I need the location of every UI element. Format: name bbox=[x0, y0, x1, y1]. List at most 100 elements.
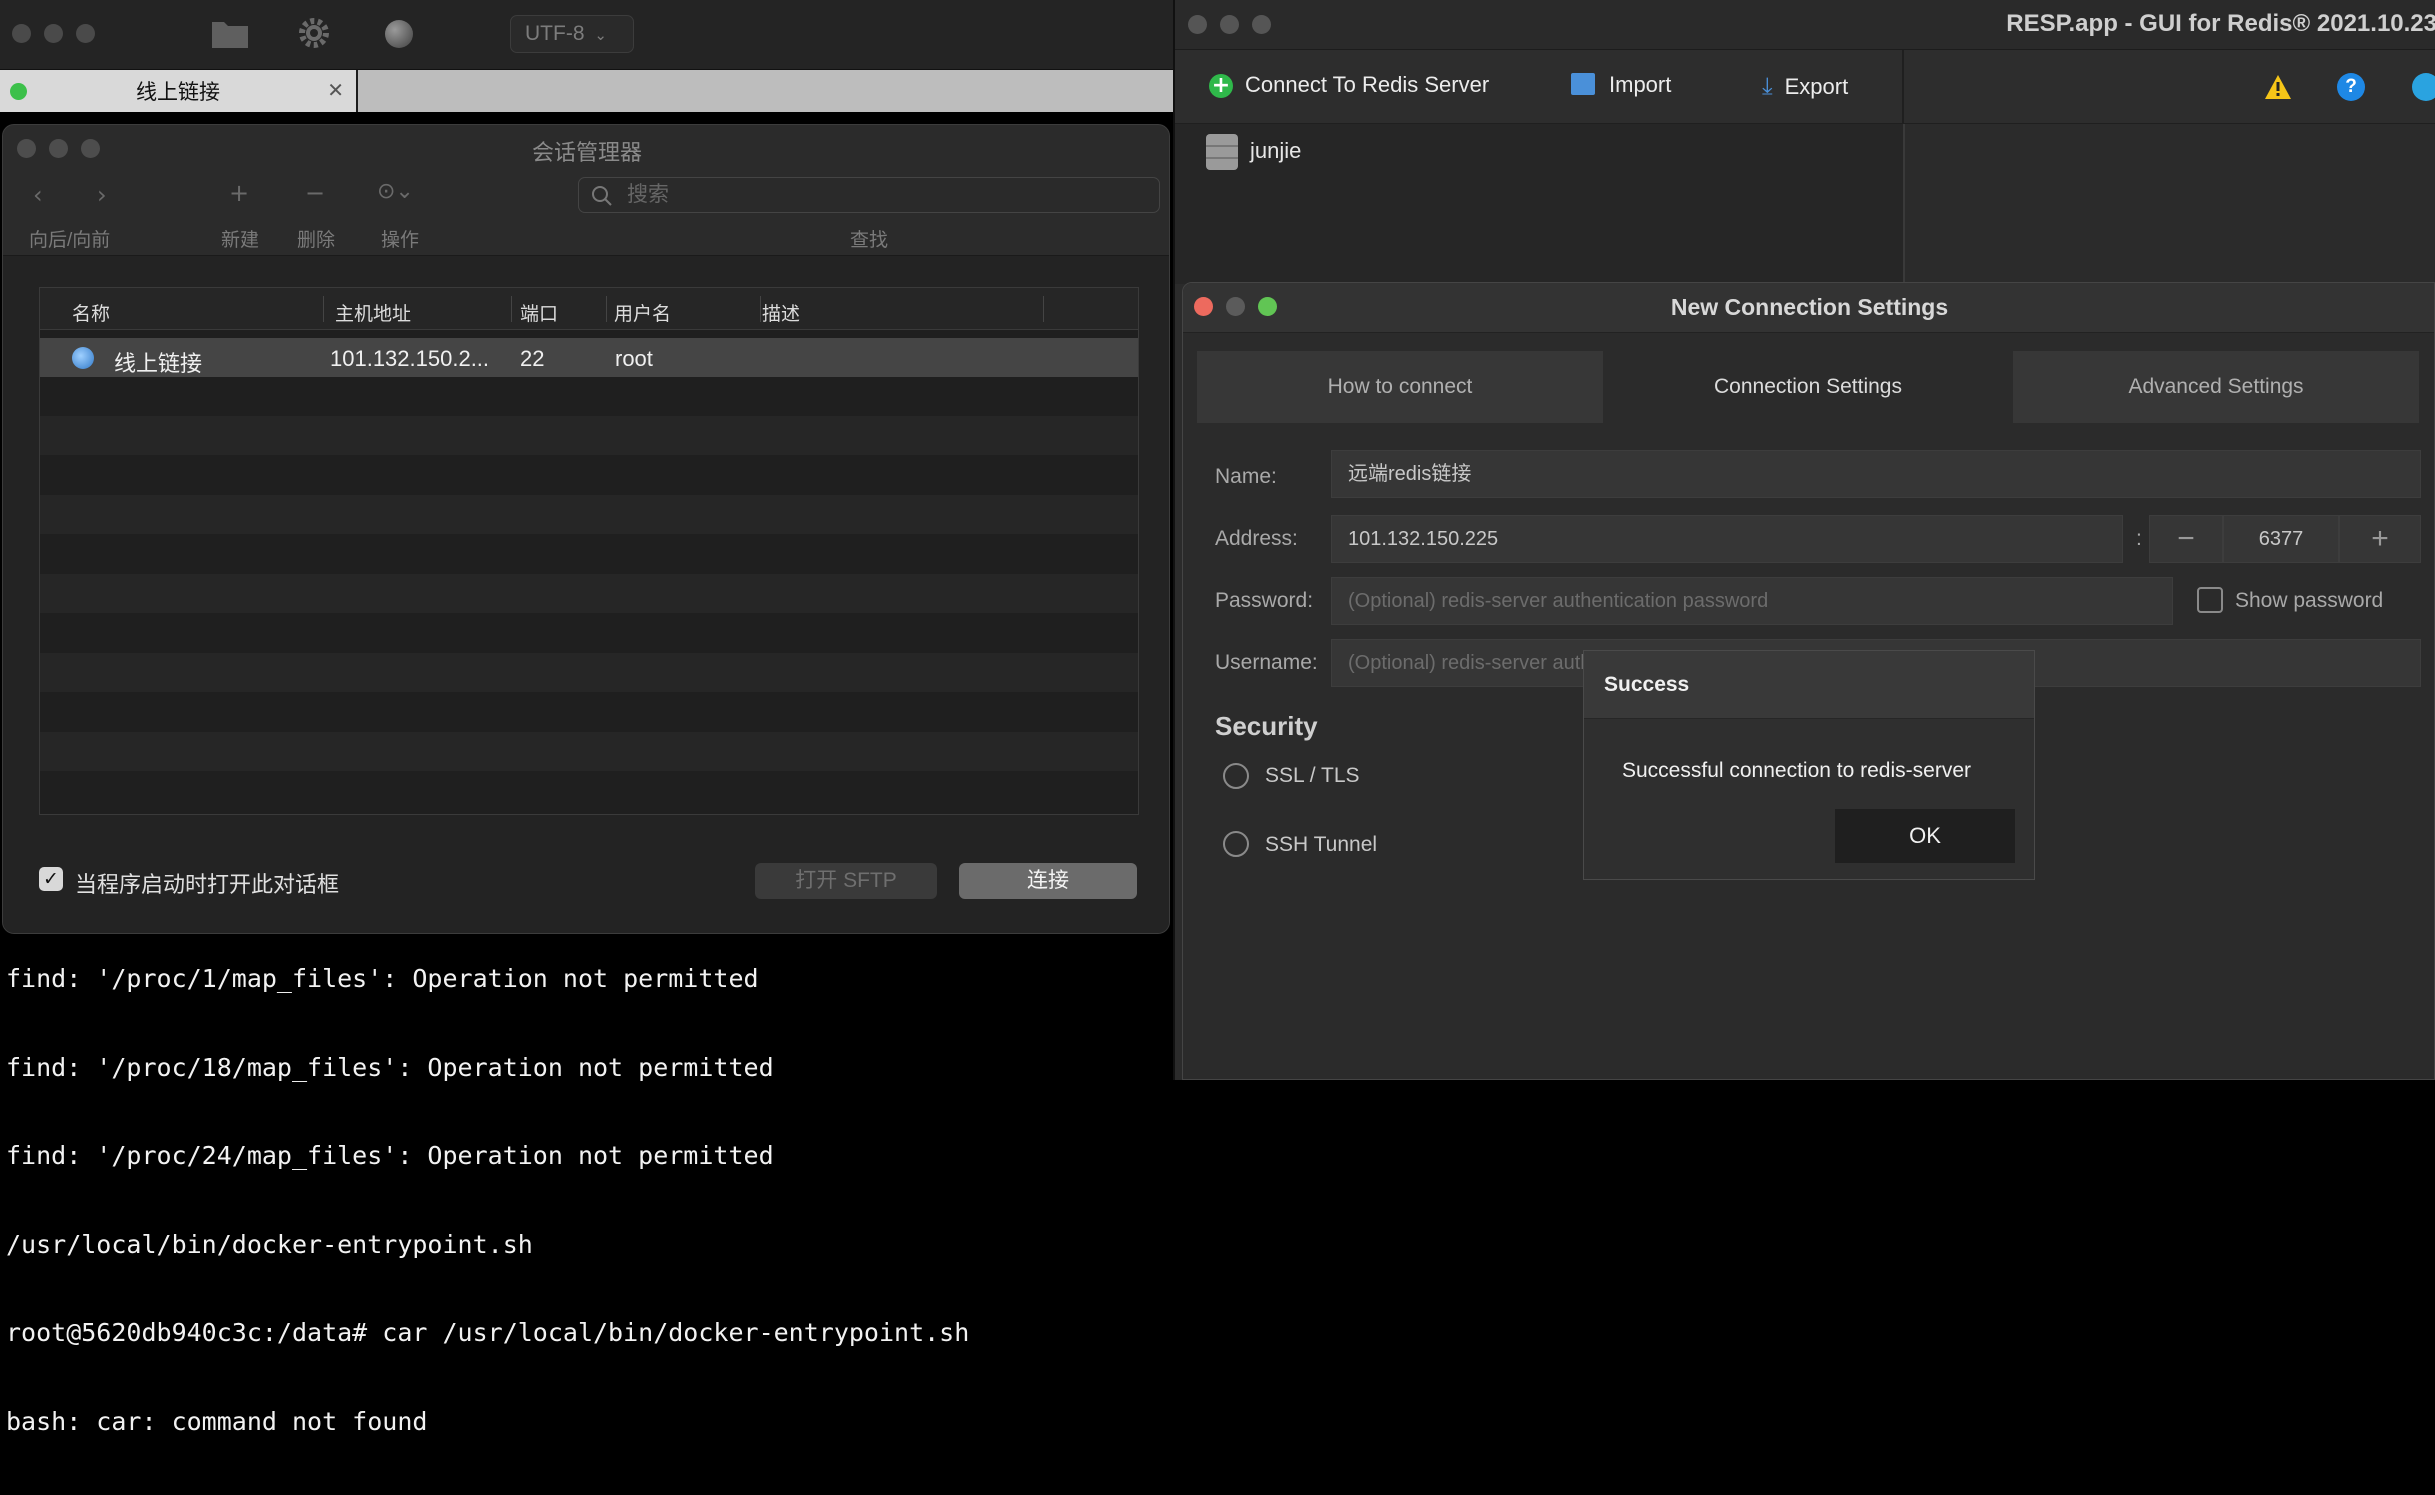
terminal-line: find: '/proc/24/map_files': Operation no… bbox=[6, 1141, 774, 1170]
ssl-radio[interactable] bbox=[1223, 763, 1249, 789]
table-header: 名称 主机地址 端口 用户名 描述 bbox=[40, 288, 1138, 330]
connect-to-redis-label: Connect To Redis Server bbox=[1245, 72, 1490, 97]
column-divider bbox=[760, 296, 761, 322]
connect-to-redis-button[interactable]: + Connect To Redis Server bbox=[1209, 72, 1489, 98]
column-divider bbox=[606, 296, 607, 322]
column-header-name[interactable]: 名称 bbox=[72, 299, 110, 326]
help-icon[interactable]: ? bbox=[2337, 73, 2365, 101]
table-row-empty bbox=[40, 653, 1138, 692]
gear-icon[interactable] bbox=[295, 14, 333, 52]
warning-icon[interactable] bbox=[2264, 74, 2292, 100]
import-button[interactable]: Import bbox=[1571, 72, 1671, 98]
minimize-button[interactable] bbox=[1220, 15, 1239, 34]
port-field[interactable]: 6377 bbox=[2223, 515, 2339, 563]
table-row-empty bbox=[40, 574, 1138, 613]
actions-label: 操作 bbox=[381, 230, 420, 251]
dialog-title: New Connection Settings bbox=[1670, 294, 1949, 320]
column-header-user[interactable]: 用户名 bbox=[614, 299, 671, 326]
export-button[interactable]: ⤓ Export bbox=[1762, 72, 1848, 100]
search-icon bbox=[592, 186, 612, 206]
address-field[interactable]: 101.132.150.225 bbox=[1331, 515, 2123, 563]
success-header: Success bbox=[1584, 651, 2034, 719]
open-sftp-button[interactable]: 打开 SFTP bbox=[755, 863, 937, 899]
close-button[interactable] bbox=[12, 24, 31, 43]
port-decrement-button[interactable]: − bbox=[2149, 515, 2223, 563]
startup-checkbox-label: 当程序启动时打开此对话框 bbox=[75, 872, 340, 897]
back-forward-label: 向后/向前 bbox=[29, 230, 111, 251]
encoding-select[interactable]: UTF-8 ⌄ bbox=[510, 15, 634, 53]
minimize-button[interactable] bbox=[44, 24, 63, 43]
show-password-label: Show password bbox=[2235, 589, 2384, 612]
startup-checkbox[interactable]: ✓ bbox=[39, 867, 63, 891]
password-field[interactable]: (Optional) redis-server authentication p… bbox=[1331, 577, 2173, 625]
toolbar-divider bbox=[1902, 50, 1904, 124]
ok-button[interactable]: OK bbox=[1835, 809, 2015, 863]
ssh-radio[interactable] bbox=[1223, 831, 1249, 857]
terminal-line: root@5620db940c3c:/data# car /usr/local/… bbox=[6, 1318, 970, 1347]
resp-window-title: RESP.app - GUI for Redis® 2021.10.23 bbox=[2006, 10, 2435, 37]
plus-icon[interactable]: + bbox=[229, 179, 249, 207]
name-field[interactable]: 远端redis链接 bbox=[1331, 450, 2421, 498]
session-search-input[interactable]: 搜索 bbox=[578, 177, 1160, 213]
connection-item-junjie[interactable]: junjie bbox=[1250, 138, 1301, 164]
session-manager-window: 会话管理器 ‹ › 向后/向前 + 新建 − 删除 ⊙⌄ 操作 搜索 查找 名称… bbox=[2, 124, 1170, 934]
column-header-host[interactable]: 主机地址 bbox=[335, 299, 411, 326]
tab-connection-settings[interactable]: Connection Settings bbox=[1605, 351, 2011, 423]
success-title: Success bbox=[1604, 673, 1690, 696]
terminal-line: find: '/proc/18/map_files': Operation no… bbox=[6, 1052, 774, 1082]
export-label: Export bbox=[1784, 74, 1849, 99]
terminal-window: UTF-8 ⌄ 线上链接 ✕ find: '/proc/1/map_files'… bbox=[0, 0, 1173, 1436]
table-row-empty bbox=[40, 732, 1138, 771]
column-divider bbox=[1043, 296, 1044, 322]
column-header-desc[interactable]: 描述 bbox=[762, 299, 800, 326]
globe-icon[interactable] bbox=[385, 20, 413, 48]
username-label: Username: bbox=[1215, 651, 1318, 674]
zoom-button[interactable] bbox=[76, 24, 95, 43]
ssl-label: SSL / TLS bbox=[1265, 764, 1360, 787]
terminal-line: find: '/proc/1/map_files': Operation not… bbox=[6, 964, 759, 993]
session-port: 22 bbox=[520, 346, 545, 371]
terminal-output[interactable]: find: '/proc/1/map_files': Operation not… bbox=[6, 905, 1166, 1495]
connections-tree: junjie bbox=[1175, 124, 1905, 284]
new-label: 新建 bbox=[221, 230, 260, 251]
terminal-tab[interactable]: 线上链接 ✕ bbox=[0, 70, 356, 112]
connected-status-icon bbox=[10, 83, 27, 100]
search-placeholder: 搜索 bbox=[627, 183, 669, 206]
address-colon: : bbox=[2136, 527, 2142, 550]
tab-how-to-connect[interactable]: How to connect bbox=[1197, 351, 1603, 423]
tab-advanced-settings[interactable]: Advanced Settings bbox=[2013, 351, 2419, 423]
session-globe-icon bbox=[72, 347, 94, 369]
folder-icon[interactable] bbox=[210, 16, 250, 50]
column-divider bbox=[511, 296, 512, 322]
zoom-button[interactable] bbox=[1252, 15, 1271, 34]
telegram-icon[interactable] bbox=[2412, 73, 2435, 101]
export-icon: ⤓ bbox=[1762, 72, 1773, 100]
session-manager-title: 会话管理器 bbox=[531, 140, 642, 165]
close-tab-icon[interactable]: ✕ bbox=[327, 78, 344, 102]
close-button[interactable] bbox=[1188, 15, 1207, 34]
success-dialog: Success Successful connection to redis-s… bbox=[1583, 650, 2035, 880]
connect-button[interactable]: 连接 bbox=[959, 863, 1137, 899]
name-label: Name: bbox=[1215, 465, 1277, 488]
session-table: 名称 主机地址 端口 用户名 描述 线上链接 101.132.150.2... … bbox=[39, 287, 1139, 815]
ssh-label: SSH Tunnel bbox=[1265, 833, 1378, 856]
back-icon[interactable]: ‹ bbox=[33, 181, 43, 209]
column-divider bbox=[323, 296, 324, 322]
forward-icon[interactable]: › bbox=[97, 181, 107, 209]
session-name: 线上链接 bbox=[114, 351, 203, 376]
show-password-checkbox[interactable] bbox=[2197, 587, 2223, 613]
terminal-line: /usr/local/bin/docker-entrypoint.sh bbox=[6, 1229, 533, 1259]
chevron-down-icon: ⌄ bbox=[594, 26, 607, 44]
column-header-port[interactable]: 端口 bbox=[520, 299, 558, 326]
password-label: Password: bbox=[1215, 589, 1314, 612]
address-label: Address: bbox=[1215, 527, 1298, 550]
session-user: root bbox=[615, 346, 653, 371]
port-increment-button[interactable]: + bbox=[2339, 515, 2421, 563]
checkmark-icon: ✓ bbox=[43, 868, 59, 890]
more-actions-icon[interactable]: ⊙⌄ bbox=[377, 179, 414, 204]
resp-toolbar: + Connect To Redis Server Import ⤓ Export … bbox=[1175, 50, 2435, 124]
table-row[interactable]: 线上链接 101.132.150.2... 22 root bbox=[40, 338, 1138, 377]
minus-icon[interactable]: − bbox=[305, 179, 325, 207]
terminal-tabbar-empty bbox=[358, 70, 1173, 112]
security-section-title: Security bbox=[1215, 711, 1318, 741]
